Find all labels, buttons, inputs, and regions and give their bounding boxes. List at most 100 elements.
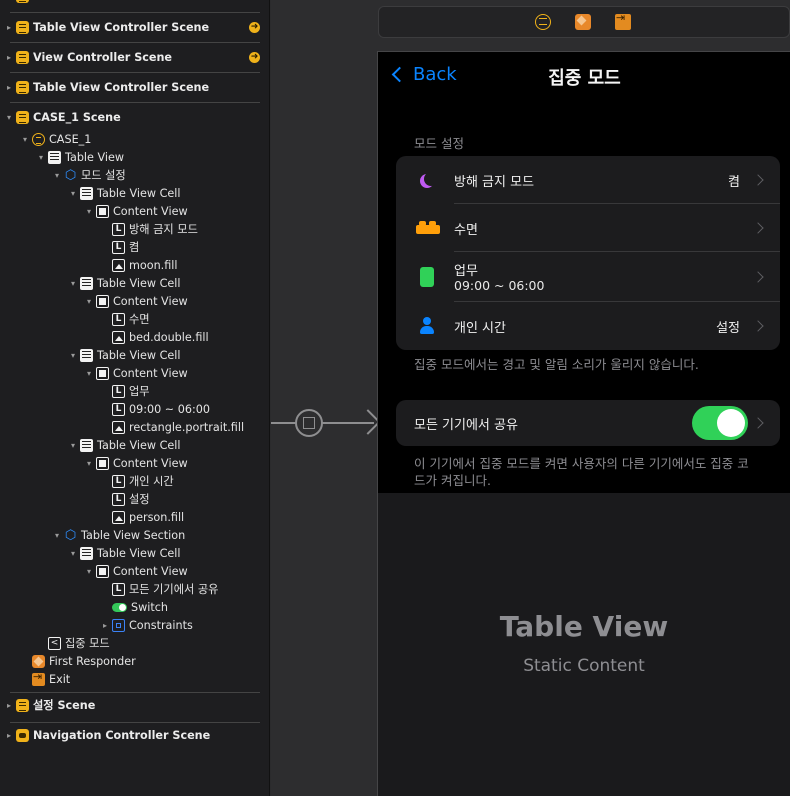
arrow-badge-icon[interactable]: ➜	[249, 21, 260, 33]
label-icon: L	[112, 474, 125, 488]
cell-do-not-disturb[interactable]: 방해 금지 모드 켬	[396, 156, 780, 204]
disclosure-open-icon[interactable]: ▾	[52, 531, 62, 540]
share-switch[interactable]	[692, 406, 748, 440]
outline-row[interactable]: L 업무	[0, 382, 269, 400]
outline-row[interactable]: L 개인 시간	[0, 472, 269, 490]
disclosure-open-icon[interactable]: ▾	[84, 207, 94, 216]
exit-icon[interactable]	[615, 11, 631, 30]
disclosure-closed-icon[interactable]: ▸	[4, 731, 14, 740]
disclosure-closed-icon[interactable]: ▸	[100, 621, 110, 630]
rectangle-portrait-icon	[416, 266, 438, 288]
outline-row[interactable]: ▸ View Controller Scene	[0, 0, 269, 5]
outline-row[interactable]: Exit	[0, 670, 269, 688]
outline-row[interactable]: ▾ Table View Cell	[0, 346, 269, 364]
disclosure-open-icon[interactable]: ▾	[68, 549, 78, 558]
outline-row[interactable]: ▾ Table View Cell	[0, 274, 269, 292]
outline-row[interactable]: L 09:00 ~ 06:00	[0, 400, 269, 418]
outline-row[interactable]: ▾ Content View	[0, 454, 269, 472]
segue-icon[interactable]	[295, 409, 323, 437]
outline-row[interactable]: < 집중 모드	[0, 634, 269, 652]
outline-row[interactable]: rectangle.portrait.fill	[0, 418, 269, 436]
outline-row[interactable]: L켬	[0, 238, 269, 256]
cell-title: 수면	[454, 222, 478, 238]
label-icon: L	[112, 492, 125, 506]
outline-row[interactable]: ▸ Navigation Controller Scene	[0, 726, 269, 744]
disclosure-open-icon[interactable]: ▾	[36, 153, 46, 162]
disclosure-open-icon[interactable]: ▾	[68, 441, 78, 450]
disclosure-open-icon[interactable]: ▾	[68, 189, 78, 198]
cell-sleep[interactable]: 수면	[396, 204, 780, 252]
outline-row[interactable]: ▸ 설정 Scene	[0, 696, 269, 714]
outline-row[interactable]: ▾ ⬡ 모드 설정	[0, 166, 269, 184]
outline-row[interactable]: L 수면	[0, 310, 269, 328]
outline-row[interactable]: ▾ ⬡ Table View Section	[0, 526, 269, 544]
disclosure-open-icon[interactable]: ▾	[20, 135, 30, 144]
outline-row[interactable]: ▾ Table View Cell	[0, 184, 269, 202]
back-item-icon: <	[48, 636, 61, 650]
disclosure-closed-icon[interactable]: ▸	[4, 0, 14, 1]
outline-row[interactable]: ▾ CASE_1	[0, 130, 269, 148]
table-view-icon	[48, 150, 61, 164]
disclosure-open-icon[interactable]: ▾	[84, 567, 94, 576]
outline-row[interactable]: moon.fill	[0, 256, 269, 274]
outline-row[interactable]: First Responder	[0, 652, 269, 670]
outline-row[interactable]: ▾ Content View	[0, 562, 269, 580]
image-view-icon	[112, 510, 125, 524]
first-responder-icon[interactable]	[575, 14, 591, 30]
constraints-icon	[112, 618, 125, 632]
outline-row[interactable]: ▸ Table View Controller Scene	[0, 78, 269, 96]
cell-work[interactable]: 업무 09:00 ~ 06:00	[396, 252, 780, 302]
disclosure-open-icon[interactable]: ▾	[84, 369, 94, 378]
outline-row[interactable]: ▸ View Controller Scene ➜	[0, 48, 269, 66]
image-view-icon	[112, 330, 125, 344]
disclosure-closed-icon[interactable]: ▸	[4, 83, 14, 92]
outline-row[interactable]: ▾ Content View	[0, 202, 269, 220]
outline-row-label: CASE_1 Scene	[33, 110, 121, 124]
outline-row[interactable]: L 설정	[0, 490, 269, 508]
view-controller-icon	[32, 132, 45, 146]
disclosure-open-icon[interactable]: ▾	[52, 171, 62, 180]
outline-row[interactable]: ▸ Constraints	[0, 616, 269, 634]
outline-row[interactable]: ▾ Table View	[0, 148, 269, 166]
cell-personal[interactable]: 개인 시간 설정	[396, 302, 780, 350]
outline-row[interactable]: ▾ Content View	[0, 364, 269, 382]
first-responder-icon	[32, 654, 45, 668]
disclosure-closed-icon[interactable]: ▸	[4, 701, 14, 710]
label-icon: L	[112, 402, 125, 416]
disclosure-open-icon[interactable]: ▾	[84, 459, 94, 468]
view-controller-icon[interactable]	[535, 14, 551, 30]
outline-row[interactable]: ▸ Table View Controller Scene ➜	[0, 18, 269, 36]
cell-title: 개인 시간	[454, 320, 506, 336]
outline-row[interactable]: ▾ Table View Cell	[0, 544, 269, 562]
cell-subtitle: 09:00 ~ 06:00	[454, 278, 545, 293]
disclosure-open-icon[interactable]: ▾	[68, 279, 78, 288]
table-view-screen: Back 집중 모드 모드 설정 방해 금지 모드 켬 수면 업무 09:00 …	[378, 52, 790, 493]
table-view-icon	[80, 186, 93, 200]
label-icon: L	[112, 384, 125, 398]
disclosure-closed-icon[interactable]: ▸	[4, 53, 14, 62]
outline-row[interactable]: ▾ Table View Cell	[0, 436, 269, 454]
scene-frame[interactable]: Back 집중 모드 모드 설정 방해 금지 모드 켬 수면 업무 09:00 …	[377, 51, 790, 796]
arrow-badge-icon[interactable]: ➜	[249, 51, 260, 63]
storyboard-canvas[interactable]: Back 집중 모드 모드 설정 방해 금지 모드 켬 수면	[271, 0, 790, 796]
scene-separator	[10, 72, 260, 73]
disclosure-closed-icon[interactable]: ▸	[4, 23, 14, 32]
outline-row[interactable]: bed.double.fill	[0, 328, 269, 346]
scene-icon	[16, 20, 29, 34]
outline-row[interactable]: ▾ Content View	[0, 292, 269, 310]
outline-row[interactable]: Switch	[0, 598, 269, 616]
cell-share[interactable]: 모든 기기에서 공유	[396, 400, 780, 446]
person-icon	[416, 315, 438, 337]
disclosure-open-icon[interactable]: ▾	[84, 297, 94, 306]
table-view-icon	[80, 438, 93, 452]
disclosure-open-icon[interactable]: ▾	[68, 351, 78, 360]
outline-row[interactable]: ▾ CASE_1 Scene	[0, 108, 269, 126]
outline-row[interactable]: person.fill	[0, 508, 269, 526]
outline-row[interactable]: L 방해 금지 모드	[0, 220, 269, 238]
outline-row[interactable]: L 모든 기기에서 공유	[0, 580, 269, 598]
content-view-icon	[96, 294, 109, 308]
outline-row-label: 설정	[129, 493, 150, 506]
disclosure-open-icon[interactable]: ▾	[4, 113, 14, 122]
outline-row-label: Table View Section	[81, 528, 186, 542]
scene-dock	[378, 6, 790, 38]
